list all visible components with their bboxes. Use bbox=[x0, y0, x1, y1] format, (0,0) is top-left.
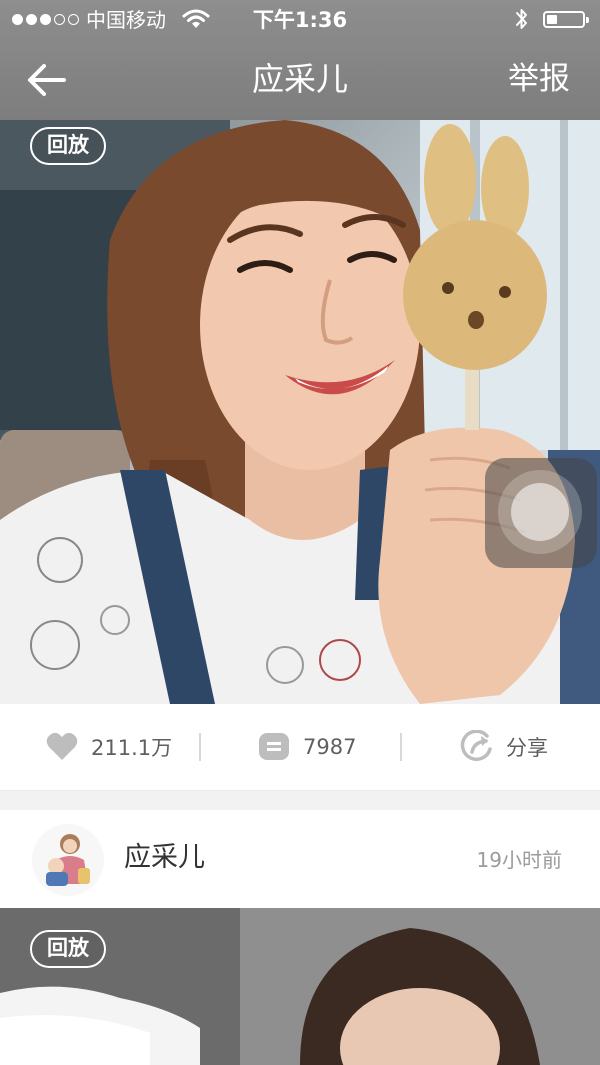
share-arrow-icon bbox=[460, 730, 492, 762]
like-count: 211.1万 bbox=[91, 736, 173, 760]
share-label: 分享 bbox=[506, 736, 548, 760]
live-video-cover[interactable]: 回放 bbox=[0, 908, 600, 1065]
status-time: 下午1:36 bbox=[252, 8, 348, 32]
stats-bar: 211.1万 7987 分享 bbox=[0, 704, 600, 790]
battery-level bbox=[547, 15, 557, 24]
replay-badge[interactable]: 回放 bbox=[30, 930, 106, 968]
bluetooth-icon bbox=[516, 9, 527, 29]
avatar[interactable] bbox=[32, 824, 104, 896]
share-button[interactable]: 分享 bbox=[460, 704, 548, 790]
nav-bar: 应采儿 举报 bbox=[0, 40, 600, 120]
post-time: 19小时前 bbox=[476, 848, 562, 872]
top-header: 中国移动 下午1:36 应采儿 举报 bbox=[0, 0, 600, 120]
author-name: 应采儿 bbox=[124, 842, 205, 873]
author-row[interactable]: 应采儿 19小时前 bbox=[0, 810, 600, 908]
assistive-touch-button[interactable] bbox=[485, 458, 597, 568]
replay-badge[interactable]: 回放 bbox=[30, 127, 106, 165]
avatar-illustration bbox=[46, 834, 90, 886]
assistive-touch-inner bbox=[511, 483, 569, 541]
status-bar: 中国移动 下午1:36 bbox=[0, 0, 600, 40]
live-video-cover[interactable]: 回放 bbox=[0, 120, 600, 704]
comment-bubble-icon bbox=[259, 733, 289, 760]
comment-button[interactable]: 7987 bbox=[257, 704, 356, 790]
section-divider bbox=[0, 790, 600, 811]
cover-photo bbox=[0, 120, 600, 704]
comment-count: 7987 bbox=[303, 735, 357, 759]
live-replay-screen: 中国移动 下午1:36 应采儿 举报 回放 211.1万 7987 分享 应采儿… bbox=[0, 0, 600, 1065]
report-button[interactable]: 举报 bbox=[508, 58, 570, 100]
heart-icon bbox=[46, 732, 78, 760]
stats-divider bbox=[199, 733, 201, 761]
battery-icon bbox=[543, 11, 589, 28]
stats-divider bbox=[400, 733, 402, 761]
like-button[interactable]: 211.1万 bbox=[45, 704, 172, 790]
